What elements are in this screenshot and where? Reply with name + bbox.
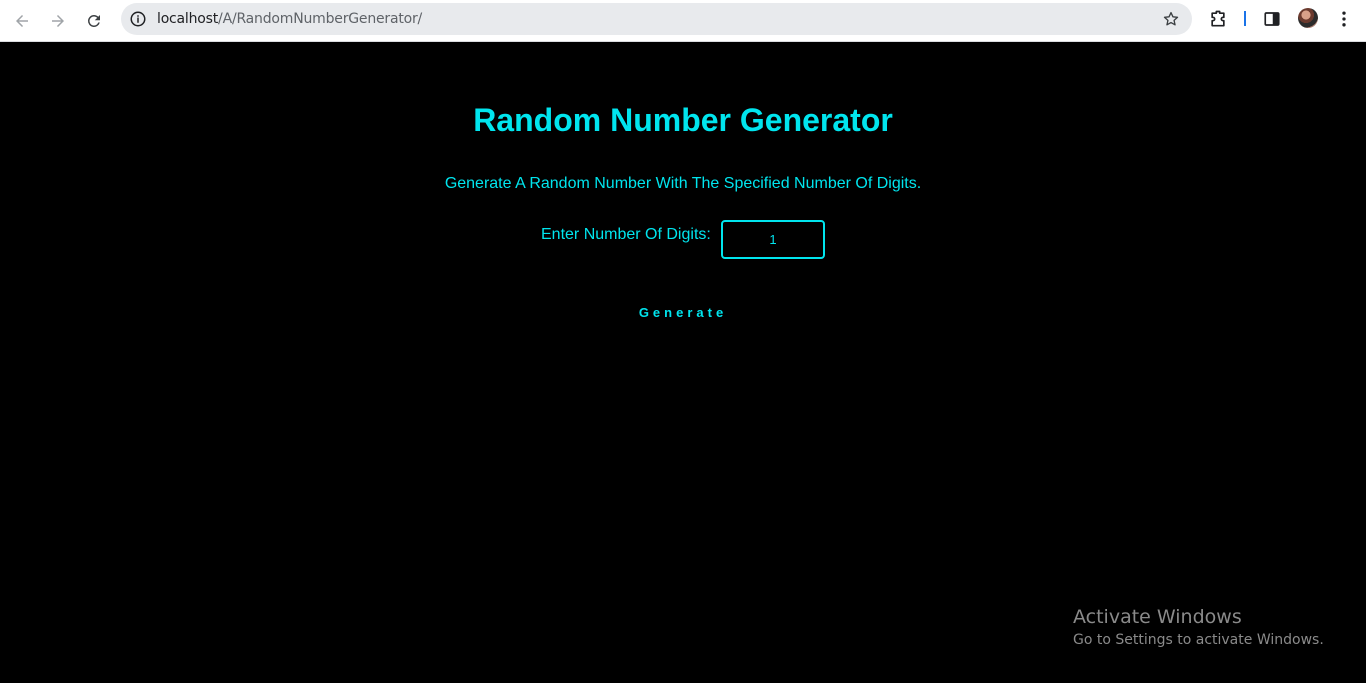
side-panel-icon[interactable] xyxy=(1262,9,1282,29)
forward-arrow-icon xyxy=(52,15,64,27)
kebab-menu-icon[interactable] xyxy=(1334,9,1354,29)
generate-button[interactable]: Generate xyxy=(626,299,740,325)
reload-icon xyxy=(87,14,100,27)
address-bar[interactable]: localhost/A/RandomNumberGenerator/ xyxy=(121,3,1192,35)
back-arrow-icon xyxy=(16,15,28,27)
page-description: Generate A Random Number With The Specif… xyxy=(444,175,922,192)
avatar[interactable] xyxy=(1298,8,1318,28)
digits-label: Enter Number Of Digits: xyxy=(541,226,711,243)
puzzle-icon[interactable] xyxy=(1208,9,1228,29)
watermark-subtitle: Go to Settings to activate Windows. xyxy=(1073,632,1324,648)
info-icon[interactable] xyxy=(129,10,147,28)
reload-button[interactable] xyxy=(80,7,108,35)
browser-toolbar: localhost/A/RandomNumberGenerator/ xyxy=(0,0,1366,42)
toolbar-divider xyxy=(1244,11,1246,26)
back-button[interactable] xyxy=(8,7,36,35)
page-content: Random Number Generator Generate A Rando… xyxy=(0,43,1366,683)
forward-button[interactable] xyxy=(44,7,72,35)
url-text[interactable]: localhost/A/RandomNumberGenerator/ xyxy=(157,3,422,35)
url-host: localhost xyxy=(157,11,219,27)
star-icon[interactable] xyxy=(1162,10,1180,28)
url-path: /A/RandomNumberGenerator/ xyxy=(218,11,423,27)
watermark-title: Activate Windows xyxy=(1073,606,1242,628)
digits-input[interactable] xyxy=(721,220,825,259)
page-title: Random Number Generator xyxy=(473,102,893,138)
windows-activation-watermark: Activate Windows Go to Settings to activ… xyxy=(1073,606,1324,650)
